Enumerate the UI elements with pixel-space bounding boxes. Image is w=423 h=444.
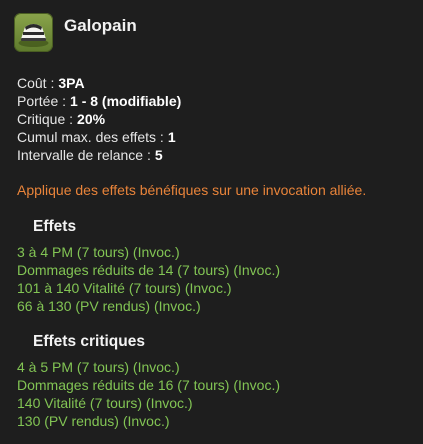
critical-effects-title: Effets critiques [33,333,145,350]
critical-effect-line: Dommages réduits de 16 (7 tours) (Invoc.… [17,377,280,393]
effects-list: 3 à 4 PM (7 tours) (Invoc.) Dommages réd… [17,243,280,315]
spell-name: Galopain [64,16,137,35]
critical-effect-line: 130 (PV rendus) (Invoc.) [17,413,170,429]
stat-value: 1 [167,129,176,145]
effect-line: 101 à 140 Vitalité (7 tours) (Invoc.) [17,280,232,296]
stat-label: Intervalle de relance : [17,147,151,163]
stat-critical: Critique :20% [17,110,181,128]
stat-value: 20% [77,111,106,127]
critical-effects-list: 4 à 5 PM (7 tours) (Invoc.) Dommages réd… [17,358,280,430]
galopain-spell-icon [14,13,53,52]
effect-line: 3 à 4 PM (7 tours) (Invoc.) [17,244,180,260]
spell-tooltip: Galopain Coût :3PA Portée :1 - 8 (modifi… [0,0,423,444]
critical-effect-line: 4 à 5 PM (7 tours) (Invoc.) [17,359,180,375]
effects-title: Effets [33,218,77,235]
stat-max-stack: Cumul max. des effets :1 [17,128,181,146]
stat-value: 3PA [58,75,85,91]
stat-value: 5 [154,147,163,163]
spell-description: Applique des effets bénéfiques sur une i… [17,182,367,198]
effect-line: 66 à 130 (PV rendus) (Invoc.) [17,298,201,314]
stat-value: 1 - 8 (modifiable) [70,93,182,109]
stat-label: Cumul max. des effets : [17,129,164,145]
stat-label: Coût : [17,75,55,91]
stat-label: Portée : [17,93,67,109]
stat-label: Critique : [17,111,74,127]
effect-line: Dommages réduits de 14 (7 tours) (Invoc.… [17,262,280,278]
stat-cost: Coût :3PA [17,74,181,92]
spell-stats: Coût :3PA Portée :1 - 8 (modifiable) Cri… [17,74,181,164]
stat-range: Portée :1 - 8 (modifiable) [17,92,181,110]
critical-effect-line: 140 Vitalité (7 tours) (Invoc.) [17,395,193,411]
stat-cooldown: Intervalle de relance :5 [17,146,181,164]
